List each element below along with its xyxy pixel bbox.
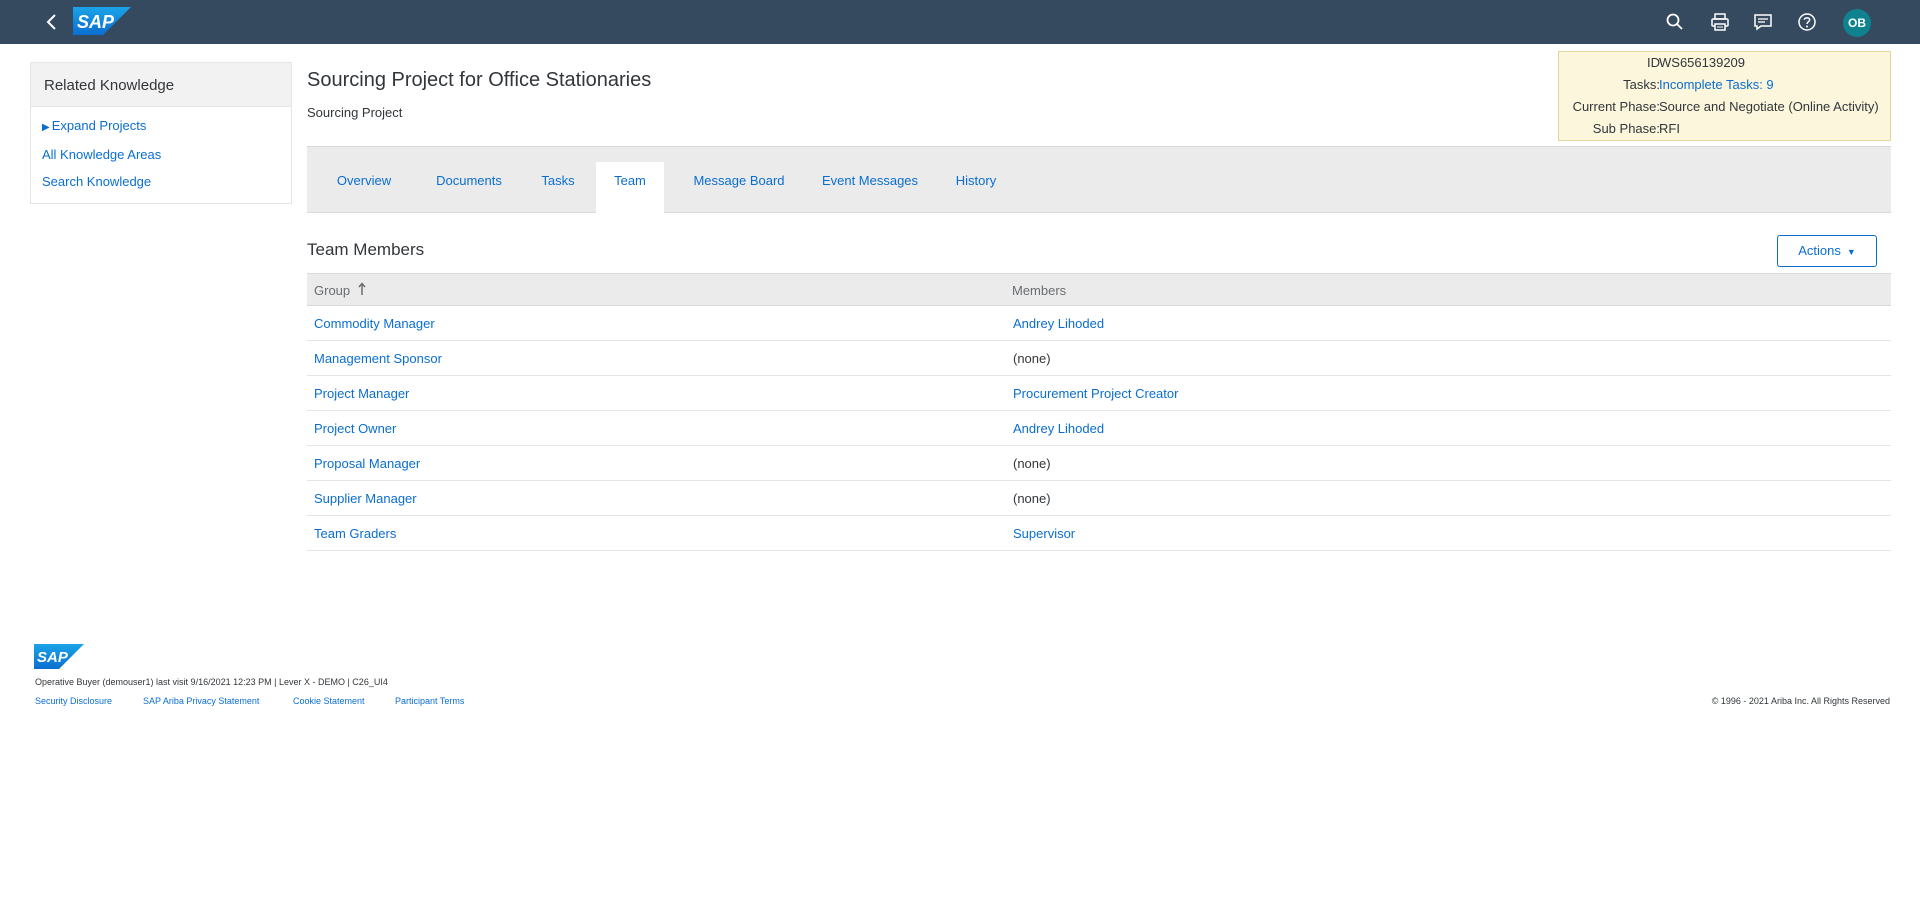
footer-user-info: Operative Buyer (demouser1) last visit 9…	[35, 677, 388, 687]
section-title: Team Members	[307, 240, 425, 259]
page-title: Sourcing Project for Office Stationaries	[307, 69, 652, 91]
id-value: WS656139209	[1659, 55, 1746, 70]
group-cell-link[interactable]: Supplier Manager	[314, 491, 417, 506]
group-cell-link[interactable]: Project Manager	[314, 386, 409, 401]
tab-event-messages[interactable]: Event Messages	[815, 162, 925, 213]
group-cell-link[interactable]: Management Sponsor	[314, 351, 442, 366]
expand-projects-label: Expand Projects	[51, 118, 147, 133]
member-cell-link[interactable]: Supervisor	[1013, 526, 1075, 541]
caret-down-icon: ▼	[1846, 247, 1856, 257]
member-cell-text: (none)	[1013, 491, 1051, 506]
footer-copyright: © 1996 - 2021 Ariba Inc. All Rights Rese…	[1711, 696, 1890, 706]
table-row: Proposal Manager (none)	[307, 446, 1891, 481]
page-subtitle: Sourcing Project	[307, 105, 403, 120]
footer-link-security[interactable]: Security Disclosure	[35, 696, 112, 706]
table-row: Project Owner Andrey Lihoded	[307, 411, 1891, 446]
table-header: Group Members	[307, 273, 1891, 306]
table-row: Team Graders Supervisor	[307, 516, 1891, 551]
info-row-tasks: Tasks: Incomplete Tasks: 9	[1559, 77, 1892, 95]
tab-documents[interactable]: Documents	[428, 162, 510, 213]
tasks-label: Tasks:	[1623, 77, 1660, 92]
tab-history[interactable]: History	[948, 162, 1004, 213]
expand-projects-link[interactable]: ▶ Expand Projects	[42, 118, 146, 133]
help-icon[interactable]	[1797, 12, 1817, 32]
search-icon[interactable]	[1665, 12, 1685, 32]
group-header-label: Group	[314, 283, 351, 298]
info-row-subphase: Sub Phase: RFI	[1559, 121, 1892, 139]
member-cell-link[interactable]: Andrey Lihoded	[1013, 421, 1104, 436]
svg-text:SAP: SAP	[37, 649, 69, 666]
table-row: Project Manager Procurement Project Creat…	[307, 376, 1891, 411]
user-avatar[interactable]: OB	[1843, 9, 1871, 37]
info-row-id: ID WS656139209	[1559, 55, 1892, 73]
team-members-table: Group Members Commodity Manager Andrey Li…	[307, 273, 1891, 551]
svg-text:SAP: SAP	[77, 12, 115, 32]
sub-phase-label: Sub Phase:	[1592, 121, 1660, 136]
related-knowledge-panel: Related Knowledge ▶ Expand Projects All K…	[30, 62, 292, 204]
footer-sap-logo: SAP	[34, 644, 84, 669]
group-cell-link[interactable]: Commodity Manager	[314, 316, 435, 331]
search-knowledge-link[interactable]: Search Knowledge	[42, 174, 151, 189]
footer-link-cookie[interactable]: Cookie Statement	[293, 696, 365, 706]
print-icon[interactable]	[1710, 12, 1730, 32]
footer-link-terms[interactable]: Participant Terms	[395, 696, 464, 706]
incomplete-tasks-link[interactable]: Incomplete Tasks: 9	[1659, 77, 1774, 92]
current-phase-label: Current Phase:	[1572, 99, 1660, 114]
group-cell-link[interactable]: Team Graders	[314, 526, 396, 541]
expand-triangle-icon: ▶	[42, 122, 50, 133]
project-info-box: ID WS656139209 Tasks: Incomplete Tasks: …	[1558, 51, 1891, 141]
table-row: Supplier Manager (none)	[307, 481, 1891, 516]
member-cell-link[interactable]: Procurement Project Creator	[1013, 386, 1178, 401]
sap-logo[interactable]: SAP	[73, 7, 131, 35]
tab-message-board[interactable]: Message Board	[683, 162, 795, 213]
sub-phase-value: RFI	[1659, 121, 1680, 136]
actions-button[interactable]: Actions ▼	[1777, 235, 1877, 267]
related-knowledge-title: Related Knowledge	[31, 63, 291, 107]
member-cell-link[interactable]: Andrey Lihoded	[1013, 316, 1104, 331]
actions-label: Actions	[1798, 243, 1841, 258]
tab-overview[interactable]: Overview	[329, 162, 399, 213]
shell-bar: SAP OB	[0, 0, 1920, 44]
group-cell-link[interactable]: Project Owner	[314, 421, 396, 436]
sort-ascending-icon[interactable]	[357, 282, 367, 296]
all-knowledge-areas-link[interactable]: All Knowledge Areas	[42, 147, 161, 162]
tab-tasks[interactable]: Tasks	[536, 162, 580, 213]
column-header-group[interactable]: Group	[314, 283, 350, 298]
current-phase-value: Source and Negotiate (Online Activity)	[1659, 99, 1879, 114]
info-row-phase: Current Phase: Source and Negotiate (Onl…	[1559, 99, 1892, 117]
table-row: Management Sponsor (none)	[307, 341, 1891, 376]
table-row: Commodity Manager Andrey Lihoded	[307, 306, 1891, 341]
tab-bar: Overview Documents Tasks Team Message Bo…	[307, 146, 1891, 214]
column-header-members[interactable]: Members	[1012, 283, 1066, 298]
back-icon[interactable]	[42, 12, 62, 32]
tab-team[interactable]: Team	[596, 162, 664, 214]
feedback-icon[interactable]	[1753, 12, 1773, 32]
group-cell-link[interactable]: Proposal Manager	[314, 456, 420, 471]
footer-link-privacy[interactable]: SAP Ariba Privacy Statement	[143, 696, 259, 706]
member-cell-text: (none)	[1013, 456, 1051, 471]
member-cell-text: (none)	[1013, 351, 1051, 366]
